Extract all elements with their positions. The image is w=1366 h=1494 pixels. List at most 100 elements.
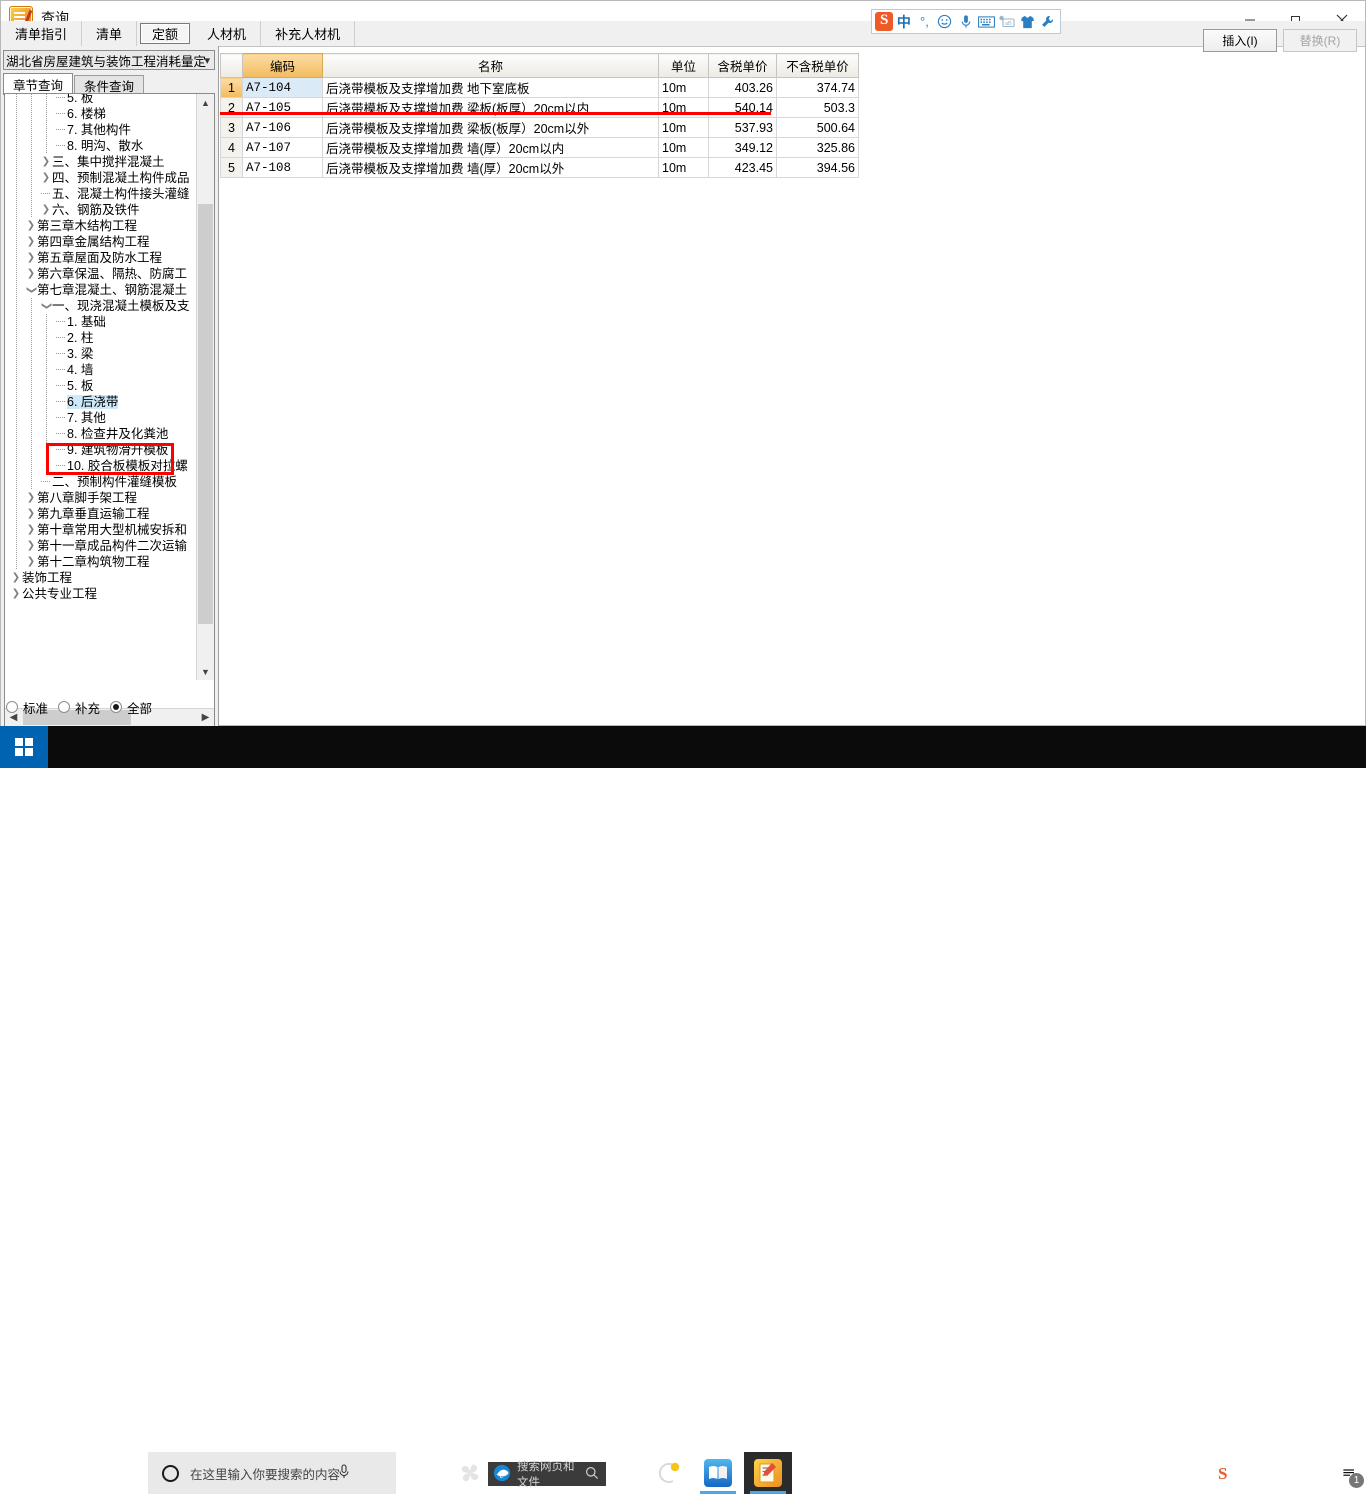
skin-icon[interactable] <box>1018 11 1037 32</box>
windows-start-icon[interactable] <box>0 726 48 768</box>
tree-item[interactable]: ❯ 第八章脚手架工程 <box>5 490 198 506</box>
cortana-icon[interactable] <box>644 1452 692 1494</box>
notification-center-icon[interactable]: 1 <box>1332 1452 1366 1494</box>
radio-supplement[interactable]: 补充 <box>58 698 100 717</box>
tree-item[interactable]: ❯ 第六章保温、隔热、防腐工 <box>5 266 198 282</box>
cell-price_notax[interactable]: 500.64 <box>776 117 859 138</box>
tree-item[interactable]: 7. 其他构件 <box>5 122 198 138</box>
tree-item[interactable]: ❯ 第三章木结构工程 <box>5 218 198 234</box>
chevron-right-icon[interactable]: ❯ <box>25 538 37 554</box>
ie-search-bar[interactable]: e 搜索网页和文件 <box>488 1461 606 1489</box>
radio-all[interactable]: 全部 <box>110 698 152 717</box>
battery-icon[interactable] <box>1056 1452 1086 1494</box>
cell-price_tax[interactable]: 349.12 <box>708 137 777 158</box>
cell-rn[interactable]: 3 <box>220 117 243 138</box>
subtab-chapter-query[interactable]: 章节查询 <box>3 73 74 95</box>
dictionary-app-icon[interactable] <box>694 1452 742 1494</box>
chinese-mode-icon[interactable]: 中 <box>895 11 914 32</box>
cell-price_notax[interactable]: 394.56 <box>776 157 859 178</box>
tab-buchong-rencaiji[interactable]: 补充人材机 <box>261 21 356 46</box>
chevron-right-icon[interactable]: ❯ <box>25 490 37 506</box>
table-row[interactable]: 4 A7-107 后浇带模板及支撑增加费 墙(厚）20cm以内 10m 349.12 32… <box>220 137 859 158</box>
cell-code[interactable]: A7-107 <box>242 137 323 158</box>
soft-keyboard-icon[interactable] <box>977 11 996 32</box>
tab-dinge[interactable]: 定额 <box>140 23 191 44</box>
radio-button-icon[interactable] <box>110 701 123 713</box>
sogou-logo-icon[interactable] <box>875 12 893 31</box>
replace-button[interactable]: 替换(R) <box>1283 29 1357 52</box>
cell-price_tax[interactable]: 423.45 <box>708 157 777 178</box>
chevron-right-icon[interactable]: ❯ <box>40 154 52 170</box>
column-header-code[interactable]: 编码 <box>242 53 323 78</box>
cell-name[interactable]: 后浇带模板及支撑增加费 梁板(板厚）20cm以外 <box>322 117 659 138</box>
cost-app-icon[interactable] <box>744 1452 792 1494</box>
microphone-icon[interactable] <box>338 1464 350 1483</box>
tree-item[interactable]: ❯ 第十章常用大型机械安拆和 <box>5 522 198 538</box>
search-icon[interactable] <box>585 1466 599 1483</box>
chevron-right-icon[interactable]: ❯ <box>10 586 22 602</box>
tree-item[interactable]: ❯ 第七章混凝土、钢筋混凝土 <box>5 282 198 298</box>
chevron-right-icon[interactable]: ❯ <box>25 234 37 250</box>
tree-item[interactable]: 6. 楼梯 <box>5 106 198 122</box>
library-select[interactable]: 湖北省房屋建筑与装饰工程消耗量定 ▾ <box>3 50 215 70</box>
tree-item[interactable]: ❯ 装饰工程 <box>5 570 198 586</box>
cell-code[interactable]: A7-106 <box>242 117 323 138</box>
chevron-right-icon[interactable]: ❯ <box>25 506 37 522</box>
scroll-up-arrow-icon[interactable]: ▲ <box>197 94 214 111</box>
cell-rn[interactable]: 5 <box>220 157 243 178</box>
sogou-pinwheel-icon[interactable] <box>446 1452 494 1494</box>
cell-price_tax[interactable]: 537.93 <box>708 117 777 138</box>
cell-price_tax[interactable]: 403.26 <box>708 77 777 98</box>
tree-item[interactable]: 4. 墙 <box>5 362 198 378</box>
cell-name[interactable]: 后浇带模板及支撑增加费 地下室底板 <box>322 77 659 98</box>
column-header-price_tax[interactable]: 含税单价 <box>708 53 777 78</box>
chapter-tree-viewport[interactable]: 2. 柱3. 梁4. 墙5. 板6. 楼梯7. 其他构件8. 明沟、散水❯三、集… <box>5 94 198 680</box>
tab-qingdan[interactable]: 清单 <box>82 21 138 46</box>
taskbar-clock[interactable]: 8:00 2018/10/29 <box>1240 1457 1332 1489</box>
subtab-condition-query[interactable]: 条件查询 <box>74 75 145 95</box>
tree-item[interactable]: ❯ 公共专业工程 <box>5 586 198 602</box>
radio-button-icon[interactable] <box>6 701 18 713</box>
cell-code[interactable]: A7-108 <box>242 157 323 178</box>
chevron-right-icon[interactable]: ❯ <box>25 554 37 570</box>
taskbar-search-box[interactable]: 在这里输入你要搜索的内容 <box>148 1452 396 1494</box>
chevron-right-icon[interactable]: ❯ <box>25 218 37 234</box>
insert-button[interactable]: 插入(I) <box>1203 29 1277 52</box>
tree-item[interactable]: ❯ 第五章屋面及防水工程 <box>5 250 198 266</box>
tree-item[interactable]: ❯ 三、集中搅拌混凝土 <box>5 154 198 170</box>
cell-price_notax[interactable]: 503.3 <box>776 97 859 118</box>
cell-rn[interactable]: 4 <box>220 137 243 158</box>
volume-icon[interactable] <box>1116 1452 1146 1494</box>
cell-code[interactable]: A7-104 <box>242 77 323 98</box>
cell-name[interactable]: 后浇带模板及支撑增加费 墙(厚）20cm以外 <box>322 157 659 178</box>
task-view-icon[interactable] <box>396 1452 440 1494</box>
radio-button-icon[interactable] <box>58 701 71 713</box>
punctuation-mode-icon[interactable]: °, <box>915 11 934 32</box>
toolbox-icon[interactable]: aB <box>997 11 1016 32</box>
tree-item[interactable]: ❯ 四、预制混凝土构件成品 <box>5 170 198 186</box>
tree-item[interactable]: 5. 板 <box>5 94 198 106</box>
people-icon[interactable] <box>996 1452 1026 1494</box>
tree-item[interactable]: ❯ 第十一章成品构件二次运输 <box>5 538 198 554</box>
chevron-right-icon[interactable]: ❯ <box>25 250 37 266</box>
cell-name[interactable]: 后浇带模板及支撑增加费 墙(厚）20cm以内 <box>322 137 659 158</box>
cell-unit[interactable]: 10m <box>658 157 709 178</box>
chevron-right-icon[interactable]: ❯ <box>25 522 37 538</box>
radio-standard[interactable]: 标准 <box>6 698 48 717</box>
table-row[interactable]: 5 A7-108 后浇带模板及支撑增加费 墙(厚）20cm以外 10m 423.45 39… <box>220 157 859 178</box>
tree-item-selected[interactable]: 6. 后浇带 <box>5 394 198 410</box>
tree-item[interactable]: 3. 梁 <box>5 346 198 362</box>
settings-icon[interactable] <box>1038 11 1057 32</box>
column-header-name[interactable]: 名称 <box>322 53 659 78</box>
tree-item[interactable]: ❯ 第九章垂直运输工程 <box>5 506 198 522</box>
tree-item[interactable]: 5. 板 <box>5 378 198 394</box>
cell-price_notax[interactable]: 325.86 <box>776 137 859 158</box>
voice-input-icon[interactable] <box>956 11 975 32</box>
cell-price_notax[interactable]: 374.74 <box>776 77 859 98</box>
column-header-unit[interactable]: 单位 <box>658 53 709 78</box>
chevron-right-icon[interactable]: ❯ <box>10 570 22 586</box>
keyboard-icon[interactable] <box>1146 1452 1180 1494</box>
table-row[interactable]: 1 A7-104 后浇带模板及支撑增加费 地下室底板 10m 403.26 374.74 <box>220 77 859 98</box>
cell-unit[interactable]: 10m <box>658 77 709 98</box>
tree-vertical-scrollbar[interactable]: ▲ ▼ <box>196 94 214 680</box>
